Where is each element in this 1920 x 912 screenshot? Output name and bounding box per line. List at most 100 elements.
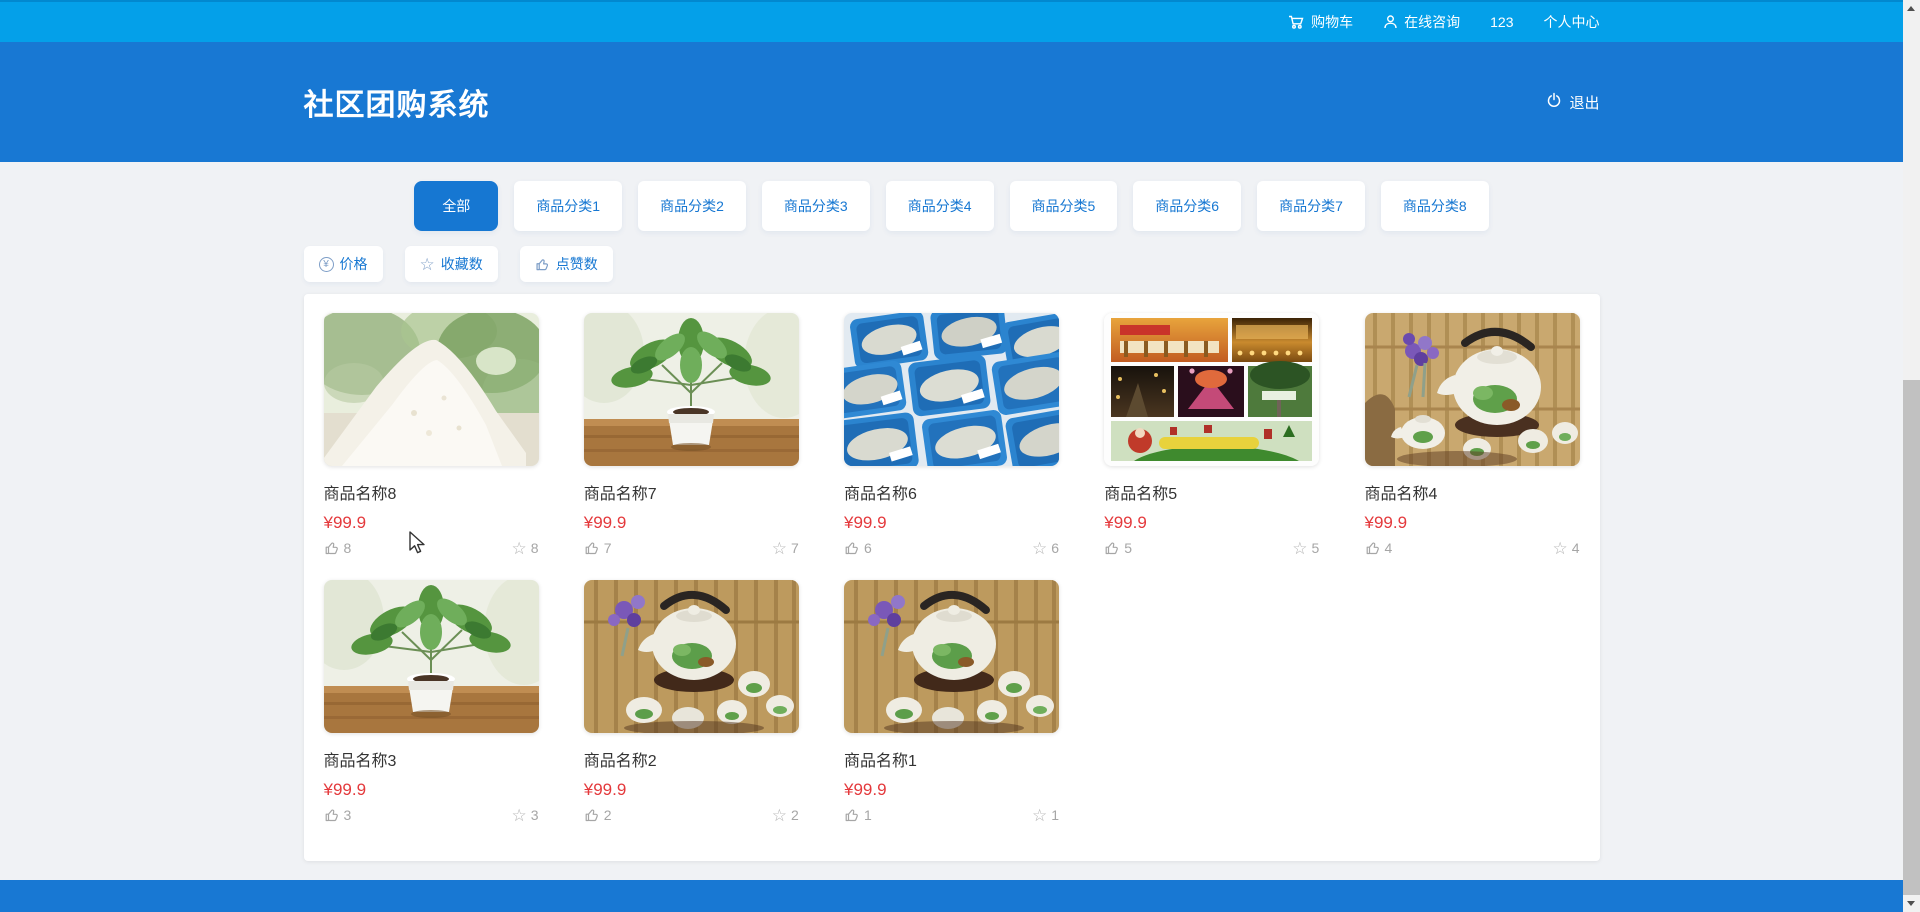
tab-category-5[interactable]: 商品分类5 bbox=[1009, 181, 1118, 231]
like-count[interactable]: 8 bbox=[324, 540, 351, 556]
tab-category-7[interactable]: 商品分类7 bbox=[1257, 181, 1365, 231]
profile-center-link[interactable]: 个人中心 bbox=[1544, 12, 1600, 32]
product-image[interactable] bbox=[1104, 313, 1320, 466]
product-price: ¥99.9 bbox=[583, 780, 627, 799]
scrollbar-up-arrow[interactable] bbox=[1903, 0, 1920, 17]
online-consult-label: 在线咨询 bbox=[1404, 14, 1461, 30]
cart-link[interactable]: 购物车 bbox=[1288, 12, 1353, 32]
header-banner: 社区团购系统 退出 bbox=[0, 42, 1903, 162]
favorite-count[interactable]: ☆ 6 bbox=[1031, 538, 1059, 558]
tab-category-3[interactable]: 商品分类3 bbox=[761, 181, 870, 231]
tab-category-6[interactable]: 商品分类6 bbox=[1133, 181, 1242, 231]
sort-by-price-button[interactable]: ¥ 价格 bbox=[303, 246, 383, 282]
category-tabs: 全部 商品分类1 商品分类2 商品分类3 商品分类4 商品分类5 商品分类6 商品分类7 商品分… bbox=[0, 181, 1903, 231]
like-count[interactable]: 4 bbox=[1365, 540, 1392, 556]
product-card[interactable]: 商品名称4 ¥99.9 4 ☆ 4 bbox=[1364, 313, 1580, 557]
product-name: 商品名称3 bbox=[323, 753, 397, 770]
tab-category-2[interactable]: 商品分类2 bbox=[638, 181, 746, 231]
logout-button[interactable]: 退出 bbox=[1546, 92, 1600, 113]
star-icon: ☆ bbox=[511, 805, 527, 825]
username-text[interactable]: 123 bbox=[1490, 14, 1513, 30]
product-card[interactable]: 商品名称8 ¥99.9 8 ☆ 8 bbox=[323, 313, 539, 558]
like-count[interactable]: 5 bbox=[1104, 540, 1132, 556]
profile-center-label: 个人中心 bbox=[1543, 14, 1600, 30]
product-image[interactable] bbox=[583, 580, 799, 733]
product-name: 商品名称7 bbox=[583, 486, 657, 503]
product-name: 商品名称4 bbox=[1364, 486, 1438, 503]
product-image[interactable] bbox=[844, 580, 1059, 733]
product-card[interactable]: 商品名称1 ¥99.9 1 ☆ 1 bbox=[844, 580, 1059, 824]
product-price: ¥99.9 bbox=[844, 513, 887, 532]
star-icon: ☆ bbox=[1292, 538, 1308, 558]
product-card[interactable]: 商品名称2 ¥99.9 2 ☆ 2 bbox=[583, 580, 799, 825]
product-image[interactable] bbox=[323, 313, 539, 466]
product-meta: 2 ☆ 2 bbox=[584, 805, 799, 825]
like-count[interactable]: 6 bbox=[844, 540, 872, 556]
product-meta: 4 ☆ 4 bbox=[1365, 540, 1580, 557]
tab-category-8[interactable]: 商品分类8 bbox=[1380, 181, 1489, 231]
product-price: ¥99.9 bbox=[1364, 513, 1408, 532]
like-count[interactable]: 3 bbox=[324, 807, 351, 823]
power-icon bbox=[1546, 92, 1562, 112]
like-count[interactable]: 2 bbox=[584, 807, 612, 823]
product-meta: 5 ☆ 5 bbox=[1104, 538, 1319, 558]
product-price: ¥99.9 bbox=[583, 513, 627, 532]
like-count[interactable]: 7 bbox=[584, 540, 612, 556]
tab-category-1[interactable]: 商品分类1 bbox=[514, 181, 623, 231]
scrollbar-down-arrow[interactable] bbox=[1903, 895, 1920, 912]
product-price: ¥99.9 bbox=[323, 780, 367, 799]
yen-circle-icon: ¥ bbox=[318, 256, 334, 272]
favorite-count[interactable]: ☆ 4 bbox=[1552, 540, 1579, 557]
star-icon: ☆ bbox=[771, 538, 787, 558]
favorite-count[interactable]: ☆ 1 bbox=[1032, 807, 1059, 824]
user-icon bbox=[1383, 14, 1398, 30]
online-consult-link[interactable]: 在线咨询 bbox=[1383, 12, 1460, 32]
product-price: ¥99.9 bbox=[323, 513, 367, 532]
product-meta: 1 ☆ 1 bbox=[844, 807, 1059, 824]
product-price: ¥99.9 bbox=[844, 780, 887, 799]
sort-favorites-label: 收藏数 bbox=[440, 256, 483, 272]
sort-by-favorites-button[interactable]: ☆ 收藏数 bbox=[404, 246, 498, 282]
product-card[interactable]: 商品名称5 ¥99.9 5 ☆ 5 bbox=[1104, 313, 1320, 558]
product-image[interactable] bbox=[1364, 313, 1580, 466]
product-name: 商品名称2 bbox=[583, 753, 657, 770]
sort-by-likes-button[interactable]: 点赞数 bbox=[519, 246, 613, 282]
star-icon: ☆ bbox=[511, 538, 527, 558]
top-utility-bar: 购物车 在线咨询 123 个人中心 bbox=[0, 0, 1903, 42]
star-icon: ☆ bbox=[771, 805, 787, 825]
favorite-count[interactable]: ☆ 5 bbox=[1292, 538, 1319, 558]
star-icon: ☆ bbox=[419, 254, 435, 274]
product-name: 商品名称1 bbox=[844, 753, 917, 770]
cart-icon bbox=[1288, 14, 1305, 30]
product-image[interactable] bbox=[323, 580, 539, 733]
thumb-up-icon bbox=[845, 542, 858, 555]
favorite-count[interactable]: ☆ 2 bbox=[771, 805, 799, 825]
sort-price-label: 价格 bbox=[339, 256, 368, 272]
scrollbar-thumb[interactable] bbox=[1903, 380, 1920, 895]
tab-all[interactable]: 全部 bbox=[414, 181, 499, 231]
favorite-count[interactable]: ☆ 7 bbox=[771, 538, 799, 558]
page-background bbox=[0, 861, 1903, 880]
star-icon: ☆ bbox=[1031, 538, 1048, 558]
browser-scrollbar[interactable] bbox=[1903, 0, 1920, 912]
product-card[interactable]: 商品名称6 ¥99.9 6 ☆ 6 bbox=[844, 313, 1059, 558]
product-image[interactable] bbox=[583, 313, 799, 466]
like-count[interactable]: 1 bbox=[844, 807, 872, 823]
tab-category-4[interactable]: 商品分类4 bbox=[885, 181, 994, 231]
product-card[interactable]: 商品名称7 ¥99.9 7 ☆ 7 bbox=[583, 313, 799, 558]
product-name: 商品名称6 bbox=[844, 486, 917, 503]
thumb-up-icon bbox=[585, 809, 598, 822]
cart-label: 购物车 bbox=[1311, 14, 1354, 30]
thumb-up-icon bbox=[585, 542, 598, 555]
product-card[interactable]: 商品名称3 ¥99.9 3 ☆ 3 bbox=[323, 580, 539, 825]
thumb-up-icon bbox=[535, 257, 550, 272]
product-meta: 8 ☆ 8 bbox=[324, 538, 539, 558]
product-meta: 7 ☆ 7 bbox=[584, 538, 799, 558]
favorite-count[interactable]: ☆ 8 bbox=[511, 538, 538, 558]
favorite-count[interactable]: ☆ 3 bbox=[511, 805, 538, 825]
product-image[interactable] bbox=[844, 313, 1059, 466]
product-price: ¥99.9 bbox=[1104, 513, 1147, 532]
thumb-up-icon bbox=[1105, 542, 1119, 555]
product-name: 商品名称8 bbox=[323, 486, 397, 503]
sort-bar: ¥ 价格 ☆ 收藏数 点赞数 bbox=[0, 246, 1903, 282]
